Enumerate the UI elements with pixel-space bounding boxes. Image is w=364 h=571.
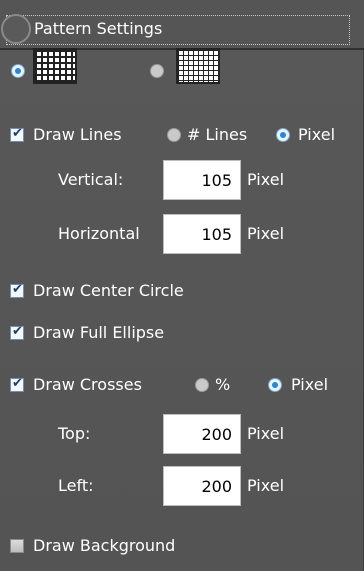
crosses-mode-percent-label: % bbox=[215, 375, 231, 394]
top-label: Top: bbox=[58, 424, 91, 443]
horizontal-unit: Pixel bbox=[247, 224, 285, 243]
crosses-mode-percent-radio[interactable] bbox=[195, 378, 209, 392]
grid-coarse-icon bbox=[33, 48, 77, 84]
pattern-fine-radio[interactable] bbox=[150, 64, 164, 78]
panel-header: Pattern Settings bbox=[0, 0, 364, 50]
pattern-settings-title-bar[interactable]: Pattern Settings bbox=[1, 14, 350, 45]
draw-full-ellipse-label: Draw Full Ellipse bbox=[33, 323, 165, 342]
left-input[interactable]: 200 bbox=[163, 466, 241, 506]
draw-crosses-label: Draw Crosses bbox=[33, 375, 142, 394]
horizontal-label: Horizontal bbox=[58, 224, 140, 243]
vertical-input[interactable]: 105 bbox=[163, 160, 241, 200]
lines-mode-pixel-radio[interactable] bbox=[276, 128, 290, 142]
grid-fine-icon bbox=[176, 48, 220, 84]
left-unit: Pixel bbox=[247, 476, 285, 495]
vertical-unit: Pixel bbox=[247, 170, 285, 189]
draw-center-circle-label: Draw Center Circle bbox=[33, 281, 184, 300]
panel-title: Pattern Settings bbox=[34, 19, 163, 38]
lines-mode-pixel-label: Pixel bbox=[298, 125, 336, 144]
lines-mode-count-radio[interactable] bbox=[167, 128, 181, 142]
horizontal-input[interactable]: 105 bbox=[163, 214, 241, 254]
pattern-type-row bbox=[0, 48, 364, 98]
crosses-mode-pixel-radio[interactable] bbox=[268, 378, 282, 392]
pattern-settings-panel: Pattern Settings Draw Lines # Lines Pixe… bbox=[0, 0, 364, 571]
draw-background-label: Draw Background bbox=[33, 536, 176, 555]
lines-mode-count-label: # Lines bbox=[187, 125, 248, 144]
vertical-label: Vertical: bbox=[58, 170, 124, 189]
top-unit: Pixel bbox=[247, 424, 285, 443]
draw-lines-label: Draw Lines bbox=[33, 125, 122, 144]
left-label: Left: bbox=[58, 476, 94, 495]
crosses-mode-pixel-label: Pixel bbox=[291, 375, 329, 394]
draw-center-circle-checkbox[interactable] bbox=[10, 282, 24, 298]
draw-lines-checkbox[interactable] bbox=[10, 126, 24, 142]
pattern-coarse-radio[interactable] bbox=[11, 64, 25, 78]
draw-background-checkbox[interactable] bbox=[10, 539, 24, 553]
top-input[interactable]: 200 bbox=[163, 414, 241, 454]
draw-crosses-checkbox[interactable] bbox=[10, 376, 24, 392]
draw-full-ellipse-checkbox[interactable] bbox=[10, 324, 24, 340]
collapse-toggle-icon[interactable] bbox=[1, 14, 31, 44]
